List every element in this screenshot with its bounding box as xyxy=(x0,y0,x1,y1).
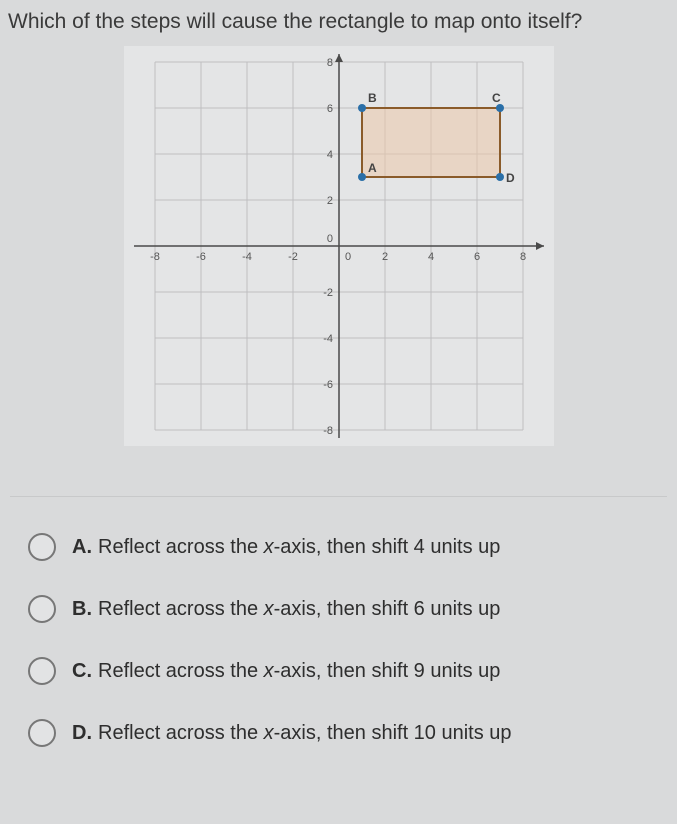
chart-container: -8 -6 -4 -2 0 2 4 6 8 8 6 4 2 0 -2 -4 -6… xyxy=(0,40,677,476)
option-a-axis: x xyxy=(264,536,274,558)
radio-icon[interactable] xyxy=(28,657,56,685)
option-d-post: -axis, then shift 10 units up xyxy=(274,722,512,744)
option-a[interactable]: A. Reflect across the x-axis, then shift … xyxy=(28,533,649,561)
rectangle-abcd xyxy=(362,108,500,177)
svg-text:-2: -2 xyxy=(288,251,298,263)
svg-text:-6: -6 xyxy=(196,251,206,263)
label-b: B xyxy=(368,91,377,105)
option-a-post: -axis, then shift 4 units up xyxy=(274,536,501,558)
svg-text:-8: -8 xyxy=(150,251,160,263)
svg-text:-6: -6 xyxy=(323,379,333,391)
chart-svg: -8 -6 -4 -2 0 2 4 6 8 8 6 4 2 0 -2 -4 -6… xyxy=(124,46,554,446)
option-b-pre: Reflect across the xyxy=(98,598,264,620)
option-d[interactable]: D. Reflect across the x-axis, then shift … xyxy=(28,719,649,747)
radio-icon[interactable] xyxy=(28,719,56,747)
option-b-letter: B. xyxy=(72,598,92,620)
option-c[interactable]: C. Reflect across the x-axis, then shift … xyxy=(28,657,649,685)
option-c-letter: C. xyxy=(72,660,92,682)
radio-icon[interactable] xyxy=(28,595,56,623)
option-d-pre: Reflect across the xyxy=(98,722,264,744)
coordinate-chart: -8 -6 -4 -2 0 2 4 6 8 8 6 4 2 0 -2 -4 -6… xyxy=(124,46,554,446)
label-d: D xyxy=(506,171,515,185)
svg-text:-4: -4 xyxy=(323,333,333,345)
svg-text:0: 0 xyxy=(345,251,351,263)
divider xyxy=(10,496,667,497)
point-b xyxy=(358,104,366,112)
option-d-letter: D. xyxy=(72,722,92,744)
svg-text:8: 8 xyxy=(326,57,332,69)
option-c-post: -axis, then shift 9 units up xyxy=(274,660,501,682)
label-c: C xyxy=(492,91,501,105)
option-d-text: D. Reflect across the x-axis, then shift … xyxy=(72,722,512,745)
svg-text:-8: -8 xyxy=(323,425,333,437)
svg-text:0: 0 xyxy=(326,233,332,245)
option-b-text: B. Reflect across the x-axis, then shift … xyxy=(72,598,500,621)
svg-text:2: 2 xyxy=(381,251,387,263)
svg-text:8: 8 xyxy=(519,251,525,263)
option-a-pre: Reflect across the xyxy=(98,536,264,558)
option-c-axis: x xyxy=(264,660,274,682)
point-a xyxy=(358,173,366,181)
option-c-text: C. Reflect across the x-axis, then shift … xyxy=(72,660,500,683)
radio-icon[interactable] xyxy=(28,533,56,561)
option-a-text: A. Reflect across the x-axis, then shift … xyxy=(72,536,500,559)
option-a-letter: A. xyxy=(72,536,92,558)
point-c xyxy=(496,104,504,112)
option-d-axis: x xyxy=(264,722,274,744)
option-b-post: -axis, then shift 6 units up xyxy=(274,598,501,620)
svg-text:6: 6 xyxy=(473,251,479,263)
svg-text:-2: -2 xyxy=(323,287,333,299)
option-b[interactable]: B. Reflect across the x-axis, then shift … xyxy=(28,595,649,623)
svg-text:-4: -4 xyxy=(242,251,252,263)
point-d xyxy=(496,173,504,181)
option-c-pre: Reflect across the xyxy=(98,660,264,682)
svg-text:4: 4 xyxy=(326,149,332,161)
label-a: A xyxy=(368,161,377,175)
answer-options: A.Reflect across the x-axis, then shift … xyxy=(0,505,677,747)
svg-text:4: 4 xyxy=(427,251,433,263)
option-b-axis: x xyxy=(264,598,274,620)
svg-text:2: 2 xyxy=(326,195,332,207)
question-text: Which of the steps will cause the rectan… xyxy=(0,0,677,40)
svg-text:6: 6 xyxy=(326,103,332,115)
